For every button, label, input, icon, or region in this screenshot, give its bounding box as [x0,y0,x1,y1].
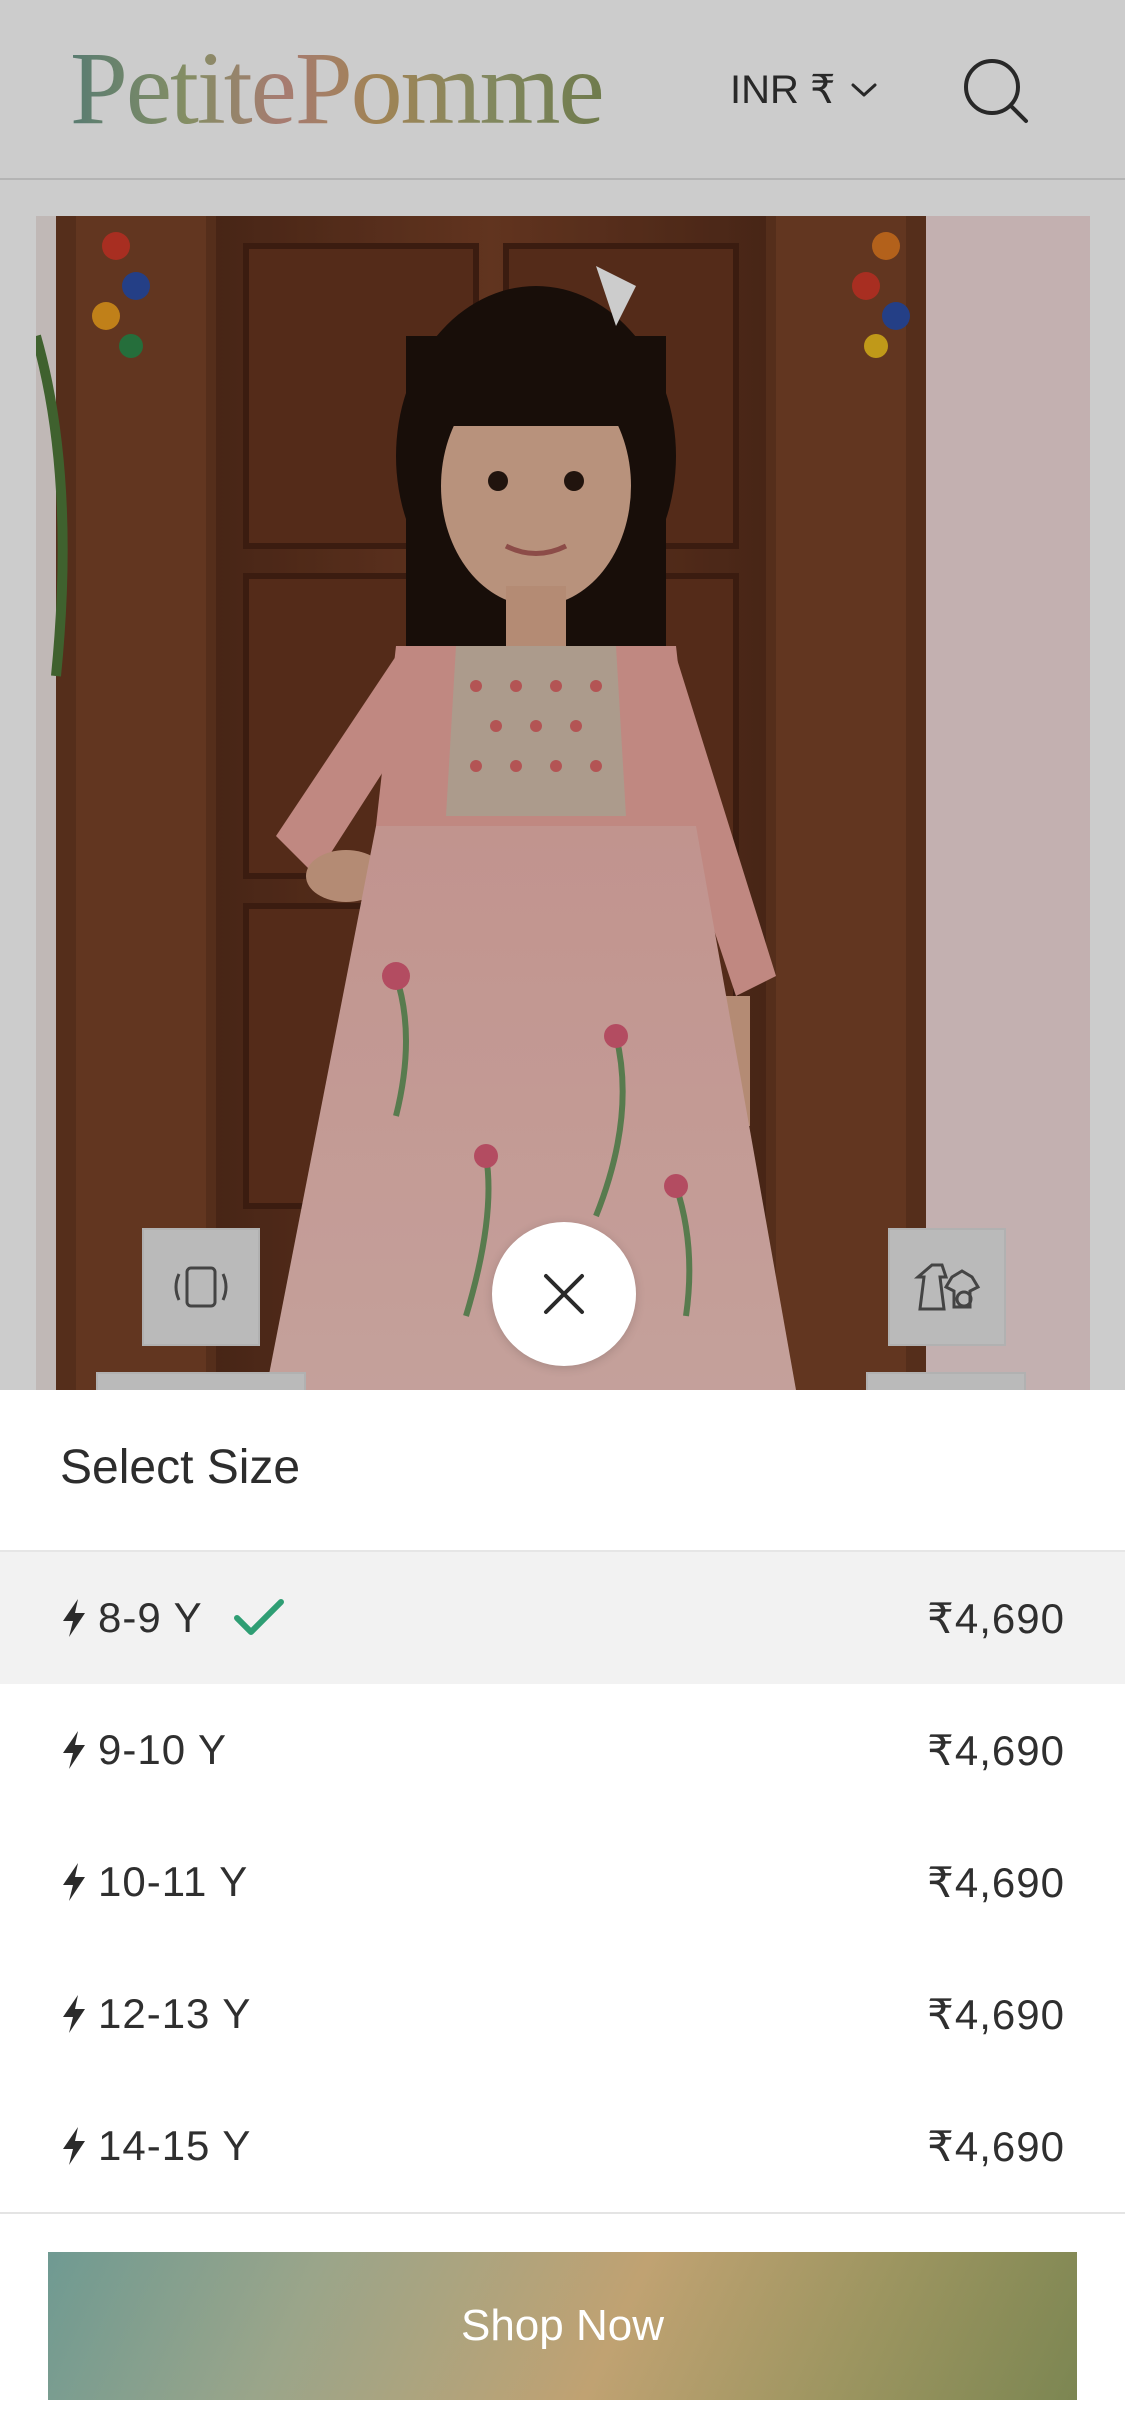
sheet-title: Select Size [60,1441,301,1494]
size-option-14-15[interactable]: 14-15 Y ₹4,690 [0,2080,1125,2212]
close-icon [544,1274,584,1314]
bolt-icon [63,1599,85,1637]
size-price: ₹4,690 [927,2122,1065,2170]
divider [0,2212,1125,2214]
size-selector-sheet: Select Size 8-9 Y ₹4,690 9-10 Y ₹4,690 1… [0,1390,1125,2436]
size-label: 8-9 Y [98,1594,203,1641]
close-sheet-button[interactable] [492,1222,636,1366]
size-option-8-9[interactable]: 8-9 Y ₹4,690 [0,1552,1125,1684]
checkmark-icon [233,1599,284,1635]
modal-backdrop[interactable] [0,0,1125,1390]
bolt-icon [63,1731,85,1769]
product-page: PetitePomme INR ₹ Select Size 8-9 Y ₹4,6… [0,0,1125,2436]
size-label: 12-13 Y [98,1990,252,2037]
size-label: 14-15 Y [98,2122,252,2169]
bolt-icon [63,1863,85,1901]
size-option-9-10[interactable]: 9-10 Y ₹4,690 [0,1684,1125,1816]
bolt-icon [63,2127,85,2165]
bolt-icon [63,1995,85,2033]
size-price: ₹4,690 [927,1990,1065,2038]
size-price: ₹4,690 [927,1726,1065,1774]
size-option-12-13[interactable]: 12-13 Y ₹4,690 [0,1948,1125,2080]
size-label: 9-10 Y [98,1726,227,1773]
size-price: ₹4,690 [927,1858,1065,1906]
size-price: ₹4,690 [927,1594,1065,1642]
size-list: 8-9 Y ₹4,690 9-10 Y ₹4,690 10-11 Y ₹4,69… [0,1552,1125,2212]
shop-now-button[interactable]: Shop Now [48,2252,1077,2400]
size-option-10-11[interactable]: 10-11 Y ₹4,690 [0,1816,1125,1948]
size-label: 10-11 Y [98,1858,249,1905]
